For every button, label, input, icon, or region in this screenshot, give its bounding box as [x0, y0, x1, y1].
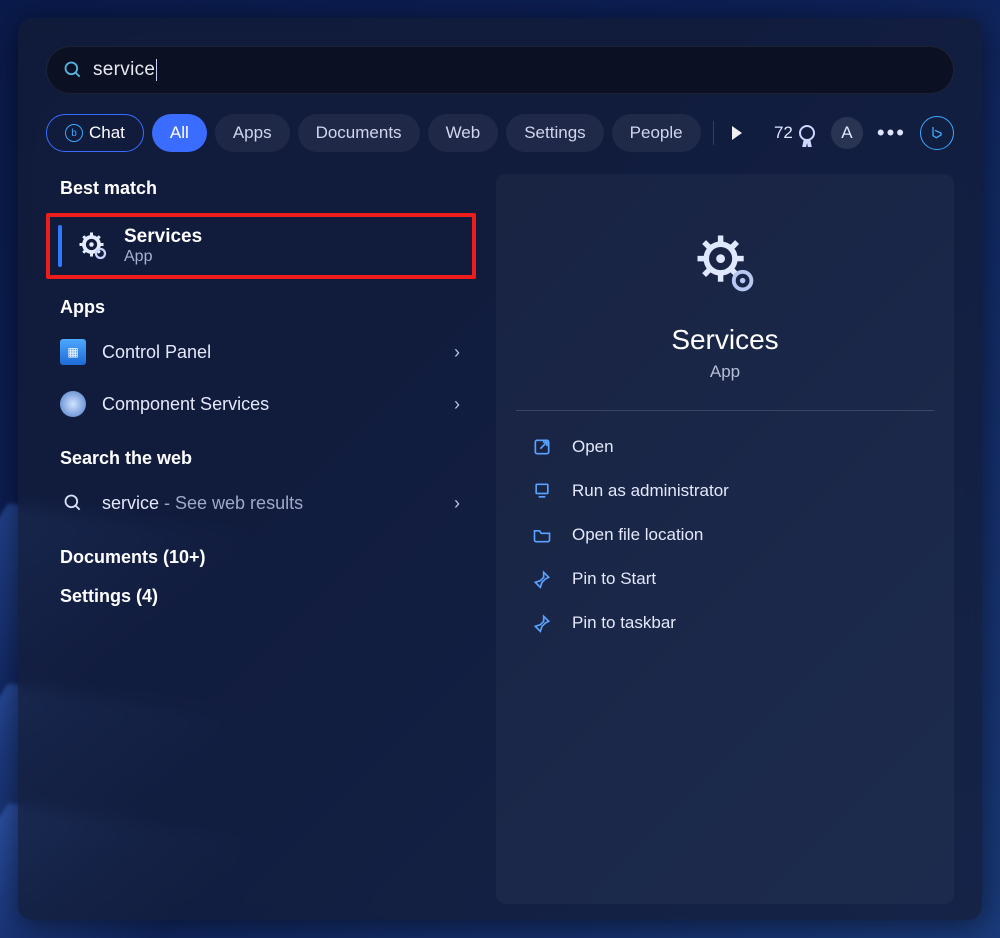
preview-icon — [516, 230, 934, 296]
filter-label: All — [170, 123, 189, 143]
filter-settings[interactable]: Settings — [506, 114, 603, 152]
filter-label: People — [630, 123, 683, 143]
filter-label: Settings — [524, 123, 585, 143]
filter-apps[interactable]: Apps — [215, 114, 290, 152]
action-label: Pin to Start — [572, 569, 656, 589]
start-search-panel: service b Chat All Apps Documents Web Se… — [18, 18, 982, 920]
action-label: Pin to taskbar — [572, 613, 676, 633]
result-web-search[interactable]: service - See web results › — [46, 477, 476, 529]
filter-people[interactable]: People — [612, 114, 701, 152]
search-icon — [60, 490, 86, 516]
search-icon — [63, 60, 83, 80]
result-label: Component Services — [102, 394, 269, 415]
points-value: 72 — [774, 123, 793, 143]
preview-panel: Services App Open Run as administrator O… — [496, 174, 954, 904]
result-control-panel[interactable]: ▦ Control Panel › — [46, 326, 476, 378]
action-label: Open file location — [572, 525, 703, 545]
filter-label: Web — [446, 123, 481, 143]
folder-icon — [532, 525, 552, 545]
chevron-right-icon: › — [454, 394, 460, 415]
avatar-letter: A — [841, 123, 852, 143]
play-icon[interactable] — [732, 126, 742, 140]
web-term: service — [102, 493, 159, 513]
medal-icon — [799, 125, 815, 141]
best-match-header: Best match — [60, 178, 476, 199]
filter-all[interactable]: All — [152, 114, 207, 152]
action-pin-taskbar[interactable]: Pin to taskbar — [516, 601, 934, 645]
filter-label: Apps — [233, 123, 272, 143]
filter-row: b Chat All Apps Documents Web Settings P… — [46, 114, 954, 152]
selection-indicator — [58, 225, 62, 267]
action-pin-start[interactable]: Pin to Start — [516, 557, 934, 601]
filter-label: Chat — [89, 123, 125, 143]
action-open[interactable]: Open — [516, 425, 934, 469]
user-avatar[interactable]: A — [831, 117, 863, 149]
separator — [713, 121, 714, 145]
filter-chat[interactable]: b Chat — [46, 114, 144, 152]
settings-category[interactable]: Settings (4) — [60, 586, 476, 607]
apps-header: Apps — [60, 297, 476, 318]
action-label: Open — [572, 437, 614, 457]
action-run-admin[interactable]: Run as administrator — [516, 469, 934, 513]
preview-title: Services — [516, 324, 934, 356]
result-title: Services — [124, 226, 202, 248]
services-icon — [78, 231, 108, 261]
result-component-services[interactable]: Component Services › — [46, 378, 476, 430]
action-open-location[interactable]: Open file location — [516, 513, 934, 557]
action-label: Run as administrator — [572, 481, 729, 501]
filter-documents[interactable]: Documents — [298, 114, 420, 152]
search-input[interactable]: service — [46, 46, 954, 94]
text-caret — [156, 59, 157, 81]
component-services-icon — [60, 391, 86, 417]
chevron-right-icon: › — [454, 342, 460, 363]
shield-icon — [532, 481, 552, 501]
pin-icon — [532, 613, 552, 633]
open-icon — [532, 437, 552, 457]
result-subtitle: App — [124, 248, 202, 266]
divider — [516, 410, 934, 411]
result-label: Control Panel — [102, 342, 211, 363]
search-web-header: Search the web — [60, 448, 476, 469]
rewards-points[interactable]: 72 — [774, 123, 815, 143]
bing-icon: b — [65, 124, 83, 142]
filter-web[interactable]: Web — [428, 114, 499, 152]
results-column: Best match — [46, 174, 476, 904]
preview-type: App — [516, 362, 934, 382]
control-panel-icon: ▦ — [60, 339, 86, 365]
chevron-right-icon: › — [454, 493, 460, 514]
filter-label: Documents — [316, 123, 402, 143]
pin-icon — [532, 569, 552, 589]
web-suffix: - See web results — [159, 493, 303, 513]
more-icon[interactable]: ••• — [877, 120, 906, 146]
search-value: service — [93, 59, 155, 81]
best-match-result[interactable]: Services App — [46, 213, 476, 279]
documents-category[interactable]: Documents (10+) — [60, 547, 476, 568]
bing-button[interactable] — [920, 116, 954, 150]
